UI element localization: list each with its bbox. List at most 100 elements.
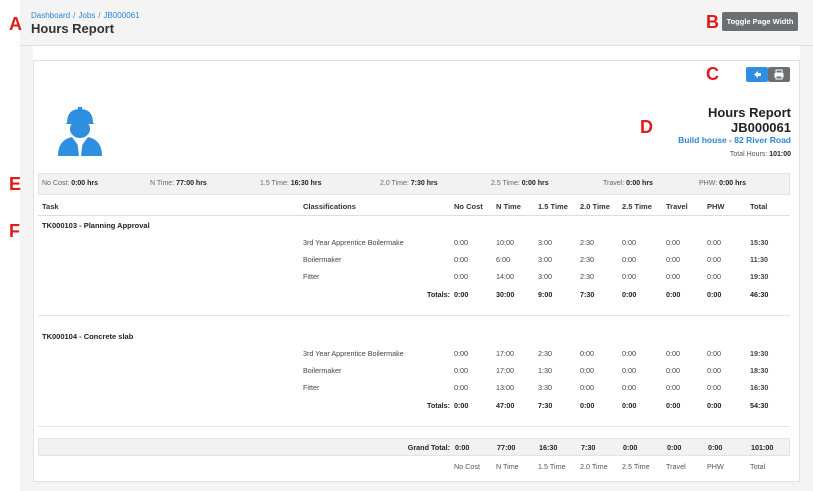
summary-t25: 2.5 Time: 0:00 hrs bbox=[491, 180, 549, 187]
cell-t20: 7:30 bbox=[581, 443, 596, 452]
cell-t15: 2:30 bbox=[538, 349, 552, 358]
cell-t25: 0:00 bbox=[622, 383, 636, 392]
cell-travel: 0:00 bbox=[666, 401, 681, 410]
footer-no-cost: No Cost bbox=[454, 462, 480, 471]
cell-t20: 7:30 bbox=[580, 290, 595, 299]
marker-b: B bbox=[706, 12, 719, 32]
cell-phw: 0:00 bbox=[708, 443, 723, 452]
cell-n-time: 17:00 bbox=[496, 366, 514, 375]
cell-t25: 0:00 bbox=[622, 366, 636, 375]
cell-t20: 0:00 bbox=[580, 401, 595, 410]
summary-bar: No Cost: 0:00 hrs N Time: 77:00 hrs 1.5 … bbox=[38, 173, 790, 195]
cell-phw: 0:00 bbox=[707, 401, 722, 410]
cell-no-cost: 0:00 bbox=[454, 290, 469, 299]
task-totals-row: Totals: 0:00 47:00 7:30 0:00 0:00 0:00 0… bbox=[38, 401, 790, 416]
cell-travel: 0:00 bbox=[666, 383, 680, 392]
cell-t15: 7:30 bbox=[538, 401, 553, 410]
summary-n-time: N Time: 77:00 hrs bbox=[150, 180, 207, 187]
cell-t25: 0:00 bbox=[622, 401, 637, 410]
footer-t20: 2.0 Time bbox=[580, 462, 608, 471]
cell-t25: 0:00 bbox=[622, 349, 636, 358]
table-row: 3rd Year Apprentice Boilermake 0:00 10:0… bbox=[38, 238, 790, 253]
header-classifications[interactable]: Classifications bbox=[303, 202, 356, 211]
cell-total: 11:30 bbox=[750, 255, 768, 264]
cell-phw: 0:00 bbox=[707, 366, 721, 375]
cell-classification: 3rd Year Apprentice Boilermake bbox=[303, 238, 404, 247]
table-row: Boilermaker 0:00 17:00 1:30 0:00 0:00 0:… bbox=[38, 366, 790, 381]
header-total[interactable]: Total bbox=[750, 202, 767, 211]
cell-no-cost: 0:00 bbox=[454, 272, 468, 281]
header-phw[interactable]: PHW bbox=[707, 202, 725, 211]
table-row: Boilermaker 0:00 6:00 3:00 2:30 0:00 0:0… bbox=[38, 255, 790, 270]
cell-t20: 2:30 bbox=[580, 238, 594, 247]
marker-f: F bbox=[9, 221, 20, 241]
cell-travel: 0:00 bbox=[666, 290, 681, 299]
cell-t25: 0:00 bbox=[622, 238, 636, 247]
cell-n-time: 17:00 bbox=[496, 349, 514, 358]
cell-t15: 3:30 bbox=[538, 383, 552, 392]
task-totals-row: Totals: 0:00 30:00 9:00 7:30 0:00 0:00 0… bbox=[38, 290, 790, 305]
cell-phw: 0:00 bbox=[707, 255, 721, 264]
cell-travel: 0:00 bbox=[666, 255, 680, 264]
cell-no-cost: 0:00 bbox=[454, 255, 468, 264]
footer-t25: 2.5 Time bbox=[622, 462, 650, 471]
header-t15[interactable]: 1.5 Time bbox=[538, 202, 568, 211]
header-n-time[interactable]: N Time bbox=[496, 202, 521, 211]
cell-phw: 0:00 bbox=[707, 349, 721, 358]
toggle-page-width-button[interactable]: Toggle Page Width bbox=[722, 12, 798, 31]
task-title: TK000103 - Planning Approval bbox=[42, 221, 150, 230]
cell-n-time: 30:00 bbox=[496, 290, 515, 299]
cell-no-cost: 0:00 bbox=[454, 349, 468, 358]
summary-phw: PHW: 0:00 hrs bbox=[699, 180, 746, 187]
breadcrumb-separator: / bbox=[98, 11, 101, 20]
cell-t25: 0:00 bbox=[622, 255, 636, 264]
breadcrumb-job[interactable]: JB000061 bbox=[104, 11, 140, 20]
cell-t20: 2:30 bbox=[580, 255, 594, 264]
cell-total: 16:30 bbox=[750, 383, 769, 392]
breadcrumb: Dashboard / Jobs / JB000061 bbox=[31, 11, 140, 20]
cell-t25: 0:00 bbox=[622, 272, 636, 281]
footer-n-time: N Time bbox=[496, 462, 519, 471]
worker-avatar-icon bbox=[55, 104, 105, 156]
report-card bbox=[33, 60, 800, 482]
table-row: Fitter 0:00 14:00 3:00 2:30 0:00 0:00 0:… bbox=[38, 272, 790, 287]
report-job-address[interactable]: Build house - 82 River Road bbox=[678, 135, 791, 145]
breadcrumb-dashboard[interactable]: Dashboard bbox=[31, 11, 70, 20]
right-gutter bbox=[800, 46, 813, 491]
cell-travel: 0:00 bbox=[666, 349, 680, 358]
marker-c: C bbox=[706, 64, 719, 84]
header-travel[interactable]: Travel bbox=[666, 202, 688, 211]
print-button[interactable] bbox=[768, 67, 790, 82]
totals-label: Totals: bbox=[426, 401, 450, 410]
report-total-hours: Total Hours: 101:00 bbox=[730, 151, 791, 158]
cell-t20: 0:00 bbox=[580, 349, 594, 358]
table-row: 3rd Year Apprentice Boilermake 0:00 17:0… bbox=[38, 349, 790, 364]
cell-classification: Boilermaker bbox=[303, 255, 342, 264]
breadcrumb-jobs[interactable]: Jobs bbox=[78, 11, 95, 20]
cell-travel: 0:00 bbox=[666, 238, 680, 247]
cell-no-cost: 0:00 bbox=[454, 366, 468, 375]
marker-d: D bbox=[640, 117, 653, 137]
cell-t20: 2:30 bbox=[580, 272, 594, 281]
cell-travel: 0:00 bbox=[666, 272, 680, 281]
header-t20[interactable]: 2.0 Time bbox=[580, 202, 610, 211]
summary-t20: 2.0 Time: 7:30 hrs bbox=[380, 180, 438, 187]
summary-t15: 1.5 Time: 16:30 hrs bbox=[260, 180, 322, 187]
cell-no-cost: 0:00 bbox=[454, 401, 469, 410]
header-no-cost[interactable]: No Cost bbox=[454, 202, 483, 211]
cell-phw: 0:00 bbox=[707, 272, 721, 281]
grand-total-row: Grand Total: 0:00 77:00 16:30 7:30 0:00 … bbox=[38, 438, 790, 456]
page-header: Dashboard / Jobs / JB000061 Hours Report Tog… bbox=[20, 0, 813, 46]
header-t25[interactable]: 2.5 Time bbox=[622, 202, 652, 211]
cell-t15: 3:00 bbox=[538, 238, 552, 247]
total-hours-label: Total Hours: bbox=[729, 151, 768, 158]
cell-t15: 3:00 bbox=[538, 255, 552, 264]
cell-n-time: 6:00 bbox=[496, 255, 510, 264]
back-button[interactable] bbox=[746, 67, 768, 82]
cell-total: 15:30 bbox=[750, 238, 769, 247]
summary-travel: Travel: 0:00 hrs bbox=[603, 180, 653, 187]
cell-n-time: 10:00 bbox=[496, 238, 514, 247]
header-task[interactable]: Task bbox=[42, 202, 59, 211]
footer-total: Total bbox=[750, 462, 766, 471]
breadcrumb-separator: / bbox=[73, 11, 76, 20]
